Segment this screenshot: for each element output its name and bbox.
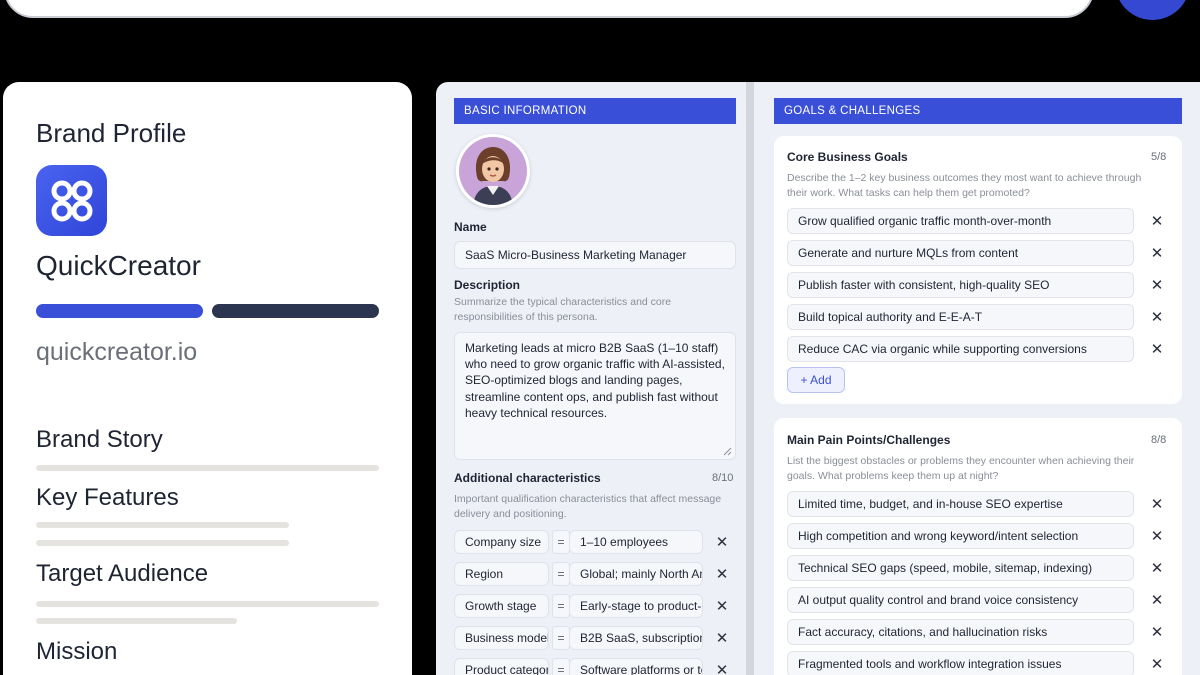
pain-item[interactable]: Fragmented tools and workflow integratio… <box>787 651 1134 675</box>
placeholder-line <box>36 618 237 624</box>
characteristic-value[interactable]: Early-stage to product-market fit <box>569 594 703 618</box>
core-goals-hint: Describe the 1–2 key business outcomes t… <box>787 172 1142 199</box>
goal-item[interactable]: Grow qualified organic traffic month-ove… <box>787 208 1134 234</box>
placeholder-line <box>36 540 289 546</box>
close-icon[interactable]: ✕ <box>715 565 729 583</box>
close-icon[interactable]: ✕ <box>1150 340 1164 358</box>
equals-sign: = <box>552 658 570 675</box>
close-icon[interactable]: ✕ <box>715 629 729 647</box>
pain-item[interactable]: Technical SEO gaps (speed, mobile, sitem… <box>787 555 1134 581</box>
close-icon[interactable]: ✕ <box>1150 244 1164 262</box>
characteristic-key[interactable]: Region <box>454 562 549 586</box>
core-goals-label: Core Business Goals <box>787 150 908 164</box>
goals-challenges-header: GOALS & CHALLENGES <box>774 98 1182 124</box>
brand-name: QuickCreator <box>36 250 201 281</box>
description-label: Description <box>454 278 521 292</box>
section-mission[interactable]: Mission <box>36 638 117 666</box>
additional-characteristics-label: Additional characteristics <box>454 471 601 485</box>
pain-item[interactable]: AI output quality control and brand voic… <box>787 587 1134 613</box>
close-icon[interactable]: ✕ <box>1150 623 1164 641</box>
goal-item[interactable]: Build topical authority and E-E-A-T <box>787 304 1134 330</box>
pain-points-hint: List the biggest obstacles or problems t… <box>787 455 1135 482</box>
equals-sign: = <box>552 562 570 586</box>
placeholder-line <box>36 465 379 471</box>
description-hint: Summarize the typical characteristics an… <box>454 296 672 323</box>
characteristic-value[interactable]: Software platforms or tools <box>569 658 703 675</box>
top-action-button[interactable] <box>1115 0 1190 20</box>
name-label: Name <box>454 220 487 234</box>
section-key-features[interactable]: Key Features <box>36 484 179 512</box>
close-icon[interactable]: ✕ <box>1150 591 1164 609</box>
close-icon[interactable]: ✕ <box>715 661 729 675</box>
brand-color-bar-primary <box>36 304 203 318</box>
name-field[interactable]: SaaS Micro-Business Marketing Manager <box>454 241 736 269</box>
close-icon[interactable]: ✕ <box>1150 527 1164 545</box>
characteristic-value[interactable]: Global; mainly North America <box>569 562 703 586</box>
pain-item[interactable]: High competition and wrong keyword/inten… <box>787 523 1134 549</box>
pain-item[interactable]: Fact accuracy, citations, and hallucinat… <box>787 619 1134 645</box>
close-icon[interactable]: ✕ <box>1150 559 1164 577</box>
characteristic-value[interactable]: B2B SaaS, subscription <box>569 626 703 650</box>
section-brand-story[interactable]: Brand Story <box>36 426 163 454</box>
add-goal-button[interactable]: + Add <box>787 367 845 393</box>
description-text: Marketing leads at micro B2B SaaS (1–10 … <box>465 341 725 420</box>
characteristic-value[interactable]: 1–10 employees <box>569 530 703 554</box>
quickcreator-logo-icon <box>36 165 107 236</box>
equals-sign: = <box>552 530 570 554</box>
brand-profile-title: Brand Profile <box>36 118 187 148</box>
brand-url: quickcreator.io <box>36 338 198 366</box>
goal-item[interactable]: Publish faster with consistent, high-qua… <box>787 272 1134 298</box>
characteristic-key[interactable]: Company size <box>454 530 549 554</box>
close-icon[interactable]: ✕ <box>1150 308 1164 326</box>
brand-profile-card: Brand Profile QuickCreator quickcreator.… <box>3 82 412 675</box>
placeholder-line <box>36 522 289 528</box>
pain-points-label: Main Pain Points/Challenges <box>787 433 951 447</box>
description-textarea[interactable]: Marketing leads at micro B2B SaaS (1–10 … <box>454 332 736 460</box>
basic-information-header: BASIC INFORMATION <box>454 98 736 124</box>
close-icon[interactable]: ✕ <box>1150 212 1164 230</box>
placeholder-line <box>36 601 379 607</box>
close-icon[interactable]: ✕ <box>1150 495 1164 513</box>
pain-item[interactable]: Limited time, budget, and in-house SEO e… <box>787 491 1134 517</box>
resize-handle-icon[interactable] <box>723 447 732 456</box>
equals-sign: = <box>552 594 570 618</box>
close-icon[interactable]: ✕ <box>715 597 729 615</box>
top-search-bar[interactable] <box>4 0 1094 18</box>
close-icon[interactable]: ✕ <box>1150 655 1164 673</box>
panel-divider <box>746 82 754 675</box>
brand-color-bar-secondary <box>212 304 379 318</box>
additional-hint: Important qualification characteristics … <box>454 493 722 520</box>
persona-avatar[interactable] <box>456 134 530 208</box>
additional-count: 8/10 <box>712 472 734 484</box>
goal-item[interactable]: Generate and nurture MQLs from content <box>787 240 1134 266</box>
characteristic-key[interactable]: Growth stage <box>454 594 549 618</box>
characteristic-key[interactable]: Business model <box>454 626 549 650</box>
pain-points-count: 8/8 <box>1151 434 1167 446</box>
section-target-audience[interactable]: Target Audience <box>36 560 208 588</box>
characteristic-key[interactable]: Product category <box>454 658 549 675</box>
close-icon[interactable]: ✕ <box>1150 276 1164 294</box>
goal-item[interactable]: Reduce CAC via organic while supporting … <box>787 336 1134 362</box>
core-goals-count: 5/8 <box>1151 151 1167 163</box>
equals-sign: = <box>552 626 570 650</box>
close-icon[interactable]: ✕ <box>715 533 729 551</box>
